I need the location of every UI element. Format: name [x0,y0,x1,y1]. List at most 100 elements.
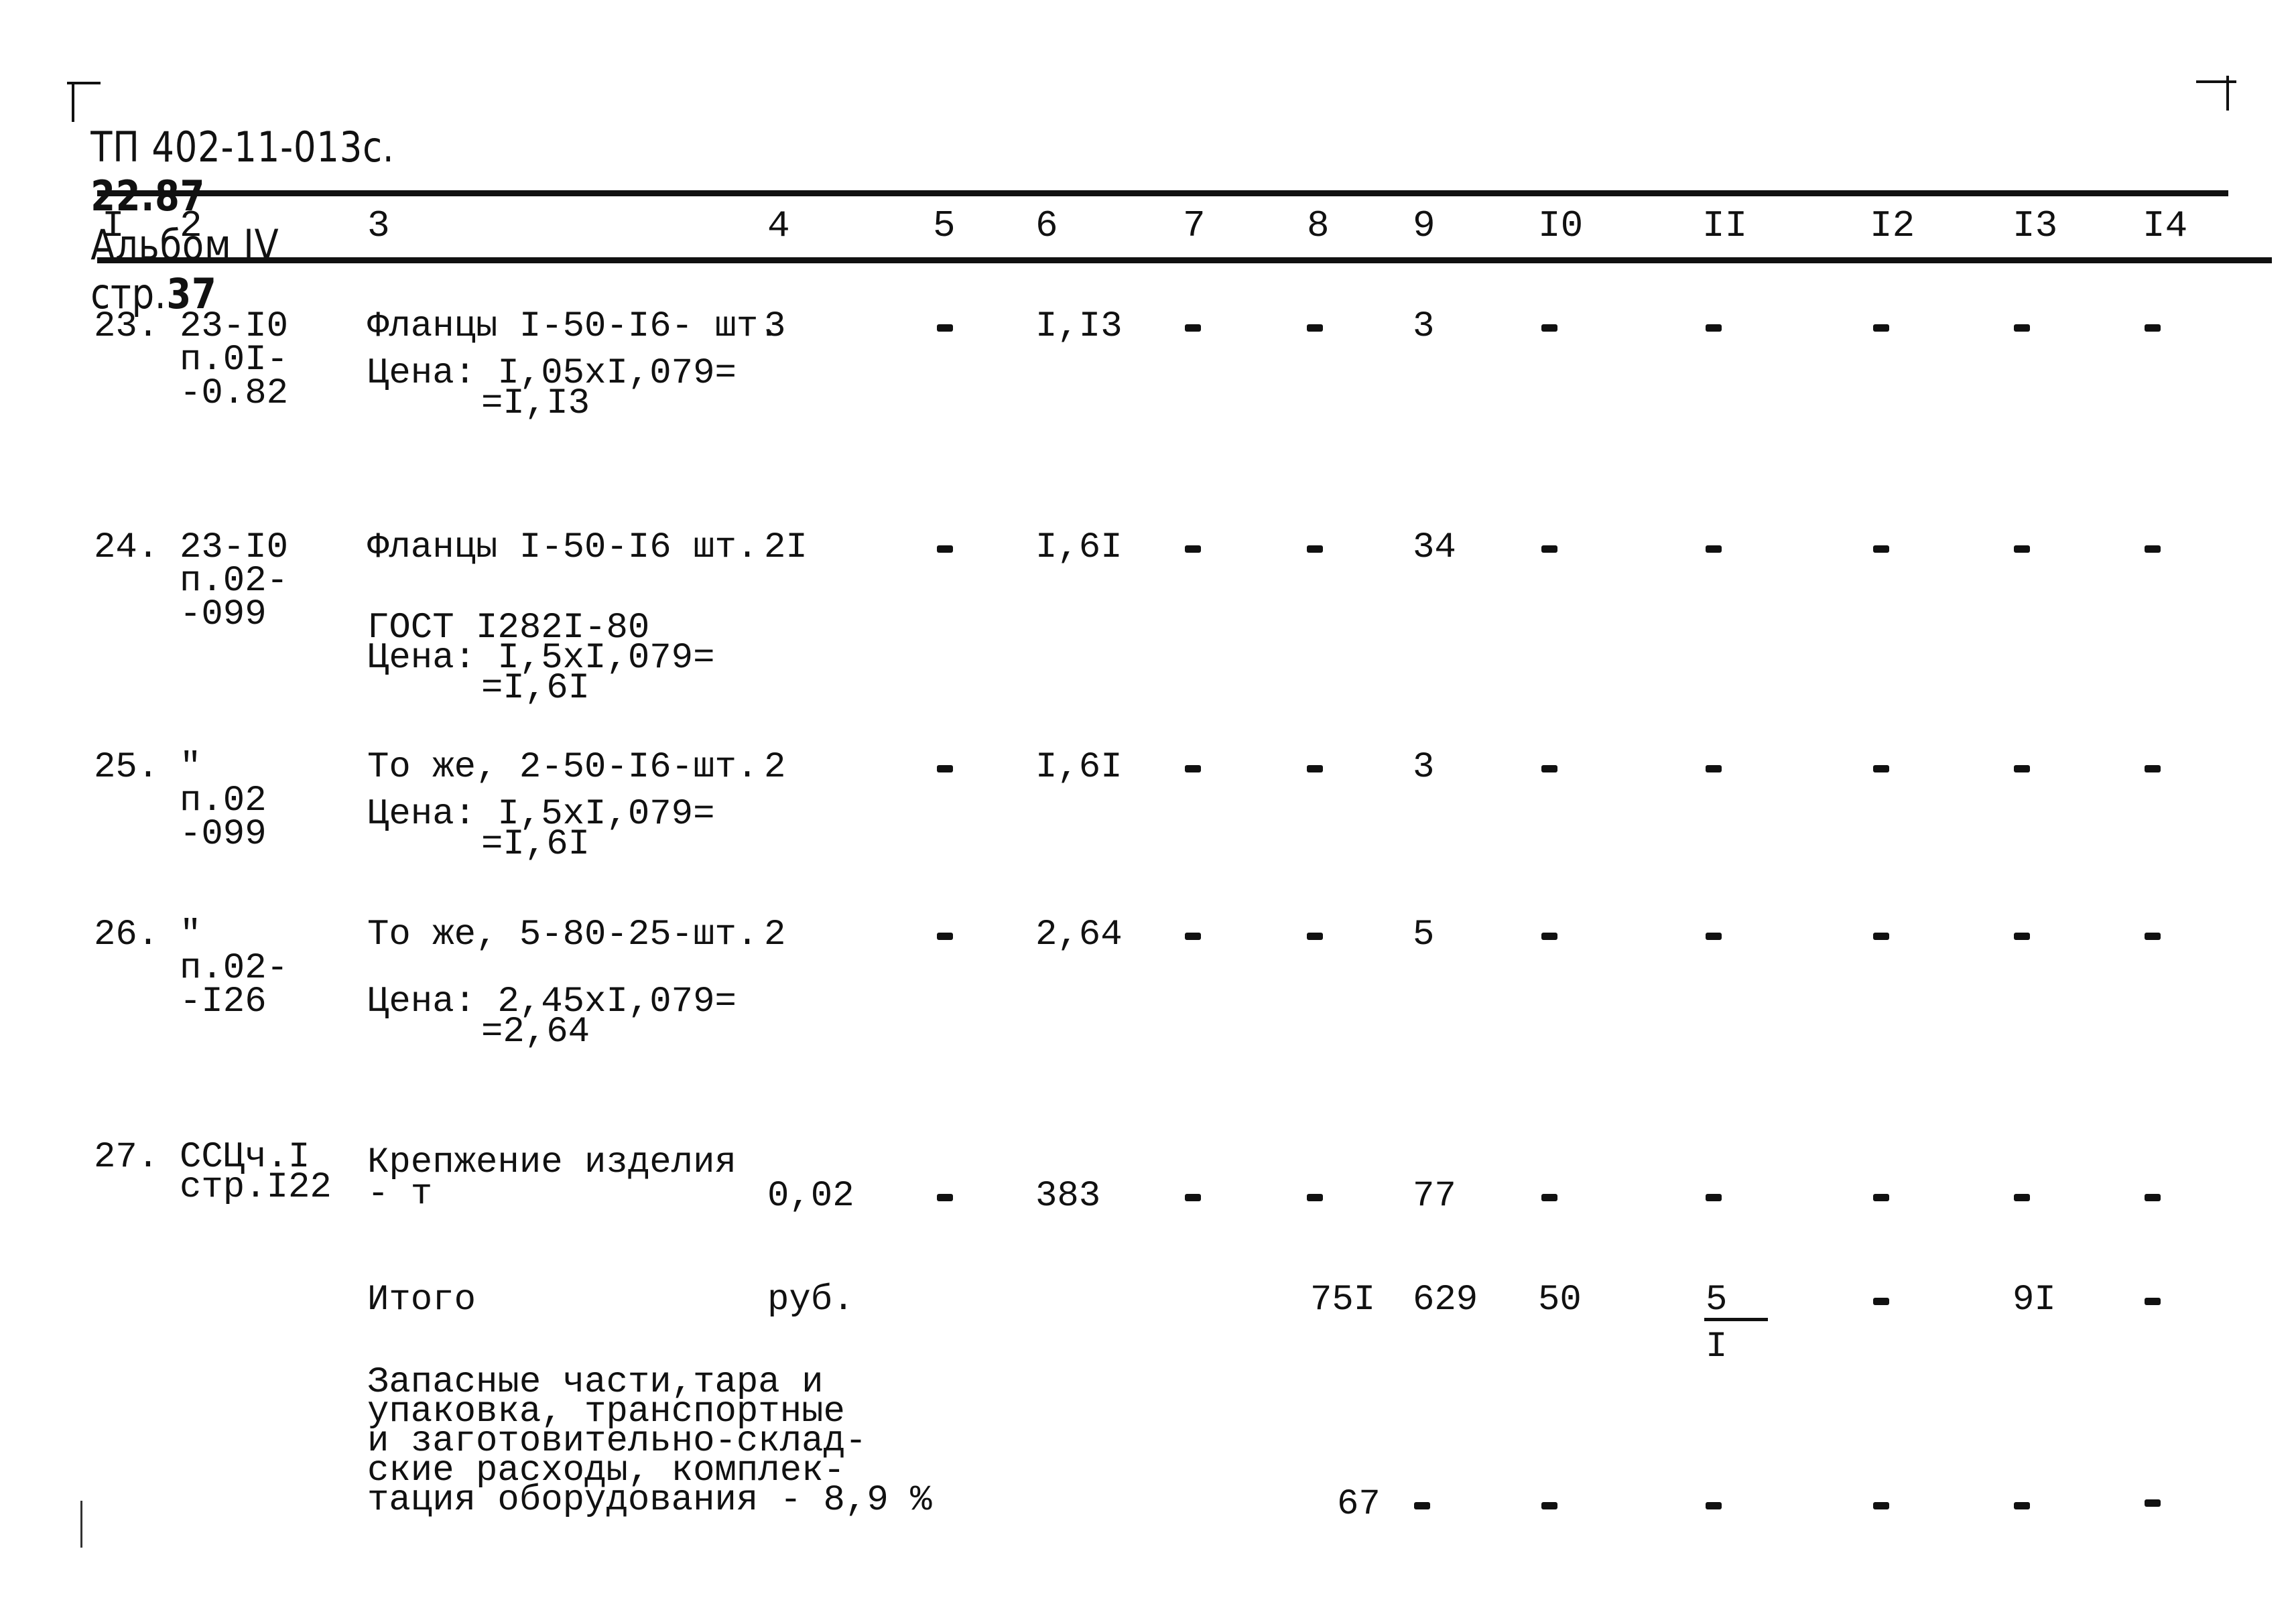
cell-c4: 3 [764,306,786,347]
cell-c9: 3 [1413,747,1435,788]
row-description-line: =I,6I [481,668,590,709]
total-col8: 75I [1310,1280,1376,1321]
empty-cell-dash [1873,324,1889,332]
empty-cell-dash [2014,324,2030,332]
column-header: 3 [367,204,390,247]
empty-cell-dash [1307,933,1323,940]
column-header: I [102,204,125,247]
empty-cell-dash [1541,933,1557,940]
empty-cell-dash [2145,545,2161,553]
row-code-line: -I26 [180,982,267,1022]
cell-c9: 34 [1413,527,1456,568]
empty-cell-dash [2014,1194,2030,1201]
empty-cell-dash [1873,545,1889,553]
total-col11-numerator: 5 [1706,1280,1728,1321]
cell-c6: I,6I [1035,747,1123,788]
row-number: 26. [94,915,160,955]
total-unit: руб. [767,1280,854,1321]
empty-cell-dash [1307,324,1323,332]
empty-cell-dash [1706,545,1722,553]
row-description-line: То же, 5-80-25-шт. [367,915,759,955]
column-header: 9 [1413,204,1436,247]
empty-cell-dash [1873,1194,1889,1201]
empty-cell-dash [1873,765,1889,772]
empty-cell-dash [2145,324,2161,332]
empty-cell-dash [2145,765,2161,772]
corner-mark-top-right-h [2196,80,2236,83]
cell-c9: 5 [1413,915,1435,955]
row-code-line: -0.82 [180,373,289,414]
spare-col8: 67 [1337,1484,1381,1525]
empty-cell-dash [2145,1194,2161,1201]
empty-cell-dash [1185,324,1201,332]
cell-c6: 2,64 [1035,915,1123,955]
empty-cell-dash [1414,1502,1430,1509]
column-header: 6 [1035,204,1058,247]
column-header: I0 [1538,204,1584,247]
cell-c4: 2I [764,527,808,568]
empty-cell-dash [1307,765,1323,772]
row-description-line: Фланцы I-50-I6 шт. [367,527,759,568]
total-col9: 629 [1413,1280,1478,1321]
row-number: 24. [94,527,160,568]
empty-cell-dash [1541,324,1557,332]
row-code-line: -099 [180,814,267,855]
empty-cell-dash [1307,545,1323,553]
row-description-line: =I,I3 [481,383,590,424]
spare-description-line: тация оборудования - 8,9 % [367,1480,932,1521]
empty-cell-dash [1185,545,1201,553]
cell-c4: 0,02 [767,1176,854,1217]
empty-cell-dash [2145,1499,2161,1507]
empty-cell-dash [937,1194,953,1201]
empty-cell-dash [1541,765,1557,772]
row-number: 27. [94,1137,160,1178]
empty-cell-dash [1873,1298,1889,1305]
cell-c9: 77 [1413,1176,1456,1217]
empty-cell-dash [1706,1502,1722,1509]
row-description-line: - т [367,1174,433,1215]
empty-cell-dash [2145,933,2161,940]
cell-c9: 3 [1413,306,1435,347]
empty-cell-dash [937,765,953,772]
empty-cell-dash [2145,1298,2161,1305]
row-number: 23. [94,306,160,347]
total-col10: 50 [1538,1280,1582,1321]
column-header: 5 [933,204,956,247]
row-description-line: =2,64 [481,1012,590,1053]
row-code-line: стр.I22 [180,1167,332,1208]
cell-c4: 2 [764,747,786,788]
empty-cell-dash [1185,1194,1201,1201]
empty-cell-dash [937,545,953,553]
column-header: 8 [1307,204,1330,247]
cell-c4: 2 [764,915,786,955]
row-description-line: То же, 2-50-I6-шт. [367,747,759,788]
column-header: I4 [2143,204,2188,247]
empty-cell-dash [1541,545,1557,553]
total-col13: 9I [2013,1280,2056,1321]
total-col11-denominator: I [1706,1327,1728,1367]
corner-mark-bottom-left [80,1501,82,1548]
empty-cell-dash [1541,1502,1557,1509]
table-top-rule [97,190,2228,196]
empty-cell-dash [1185,933,1201,940]
empty-cell-dash [2014,765,2030,772]
cell-c6: I,I3 [1035,306,1123,347]
empty-cell-dash [2014,545,2030,553]
empty-cell-dash [1706,933,1722,940]
column-header: 2 [180,204,202,247]
column-header: 7 [1183,204,1206,247]
column-header: I3 [2013,204,2058,247]
empty-cell-dash [1706,324,1722,332]
row-number: 25. [94,747,160,788]
empty-cell-dash [1873,1502,1889,1509]
row-code-line: -099 [180,594,267,635]
row-description-line: =I,6I [481,824,590,865]
empty-cell-dash [1185,765,1201,772]
table-header-rule [97,257,2272,263]
empty-cell-dash [937,324,953,332]
empty-cell-dash [2014,1502,2030,1509]
column-header: II [1702,204,1748,247]
empty-cell-dash [1541,1194,1557,1201]
fraction-line [1704,1318,1768,1321]
empty-cell-dash [1706,765,1722,772]
